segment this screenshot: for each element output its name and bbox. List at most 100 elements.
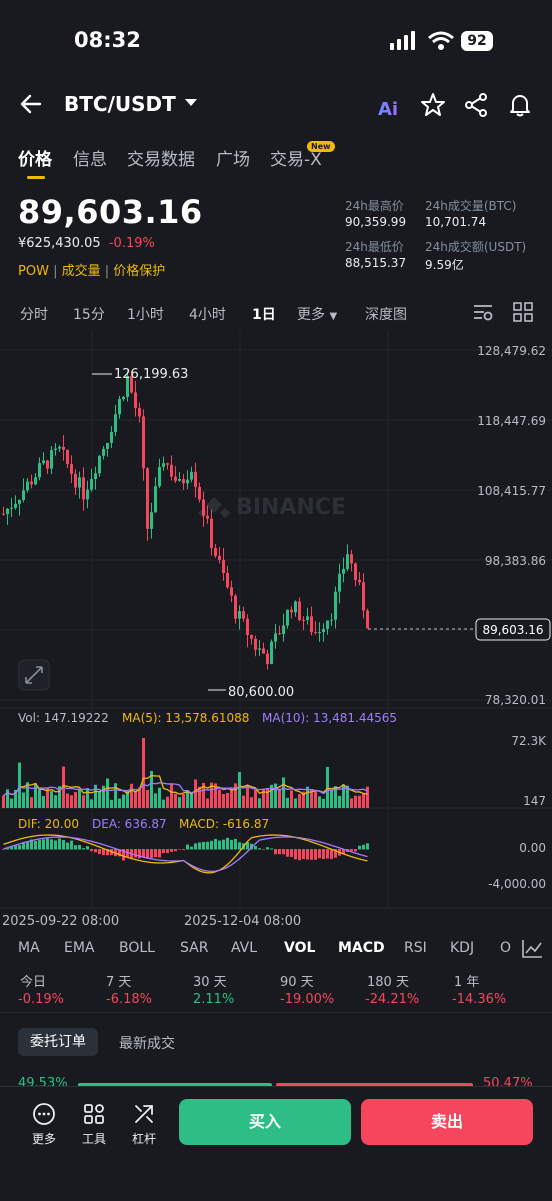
- volume-bar: [278, 788, 281, 808]
- volume-bar: [286, 797, 289, 808]
- macd-bar: [194, 843, 197, 850]
- timeframe-1d[interactable]: 1日: [252, 304, 276, 324]
- indicator-avl[interactable]: AVL: [231, 940, 257, 956]
- tag-price-protection[interactable]: 价格保护: [113, 264, 165, 279]
- volume-bar: [74, 792, 77, 808]
- candle-body: [62, 446, 65, 450]
- indicator-chart-icon[interactable]: [520, 938, 544, 960]
- tab-info[interactable]: 信息: [73, 145, 107, 170]
- timeframe-line[interactable]: 分时: [20, 304, 48, 324]
- candle-body: [210, 518, 213, 549]
- tab-order-book[interactable]: 委托订单: [18, 1028, 98, 1056]
- macd-bar: [310, 849, 313, 860]
- candle-body: [74, 473, 77, 488]
- candle-body: [162, 463, 165, 467]
- candle-body: [314, 632, 317, 634]
- timeframe-depth[interactable]: 深度图: [365, 304, 407, 324]
- volume-bar: [22, 792, 25, 808]
- buy-button[interactable]: 买入: [179, 1099, 351, 1145]
- volume-bar: [290, 790, 293, 808]
- macd-bar: [82, 848, 85, 850]
- timeframe-15m[interactable]: 15分: [73, 304, 105, 324]
- ai-icon[interactable]: Ai: [376, 94, 402, 120]
- indicator-ema[interactable]: EMA: [64, 940, 95, 956]
- candle-body: [234, 595, 237, 619]
- macd-bar: [206, 841, 209, 850]
- chart-settings-icon[interactable]: [472, 302, 494, 322]
- indicator-macd[interactable]: MACD: [338, 940, 385, 956]
- candle-body: [186, 479, 189, 484]
- candle-body: [250, 635, 253, 639]
- vol-tick: 147: [523, 794, 546, 808]
- volume-bar: [274, 783, 277, 808]
- bell-icon[interactable]: [507, 92, 533, 118]
- sell-button[interactable]: 卖出: [361, 1099, 533, 1145]
- candle-body: [118, 399, 121, 415]
- tab-recent-trades[interactable]: 最新成交: [119, 1033, 175, 1053]
- volume-bar: [206, 798, 209, 808]
- back-arrow-icon[interactable]: [18, 92, 44, 116]
- timeframe-more[interactable]: 更多 ▼: [297, 304, 337, 324]
- tab-trade-data[interactable]: 交易数据: [127, 145, 195, 170]
- divider: [0, 1012, 552, 1013]
- volume-bar: [30, 797, 33, 808]
- candle-body: [342, 569, 345, 574]
- volume-bar: [234, 783, 237, 808]
- macd-bar: [26, 841, 29, 850]
- candle-body: [318, 632, 321, 634]
- macd-bar: [278, 849, 281, 855]
- macd-bar: [214, 838, 217, 850]
- indicator-boll[interactable]: BOLL: [119, 940, 155, 956]
- caret-down-icon[interactable]: [184, 98, 198, 108]
- vol-label: Vol: 147.19222: [18, 711, 109, 725]
- volume-bar: [90, 799, 93, 808]
- kline-chart[interactable]: BINANCE 128,479.62 118,447.69 108,415.77…: [0, 330, 552, 930]
- leverage-button[interactable]: 杠杆: [128, 1102, 160, 1147]
- perf-label-180d: 180 天: [367, 975, 409, 990]
- share-icon[interactable]: [463, 92, 489, 118]
- candle-body: [190, 471, 193, 480]
- price-tick: 78,320.01: [485, 693, 546, 707]
- candle-body: [298, 601, 301, 621]
- timeframe-4h[interactable]: 4小时: [189, 304, 226, 324]
- candle-body: [274, 633, 277, 642]
- candle-body: [86, 489, 89, 500]
- pair-title[interactable]: BTC/USDT: [64, 92, 176, 116]
- more-button[interactable]: 更多: [28, 1102, 60, 1147]
- caret-down-icon: ▼: [329, 311, 338, 322]
- macd-bar: [174, 849, 177, 852]
- macd-bar: [182, 849, 185, 850]
- indicator-vol[interactable]: VOL: [284, 940, 315, 956]
- candle-body: [330, 619, 333, 621]
- indicator-ma[interactable]: MA: [18, 940, 40, 956]
- indicator-sar[interactable]: SAR: [180, 940, 208, 956]
- candle-body: [366, 610, 369, 629]
- vol-usdt-value: 9.59亿: [425, 258, 464, 272]
- grid-layout-icon[interactable]: [513, 302, 533, 322]
- indicator-kdj[interactable]: KDJ: [450, 940, 474, 956]
- volume-bar: [250, 797, 253, 808]
- price-tick: 128,479.62: [477, 344, 546, 358]
- candle-body: [322, 628, 325, 633]
- volume-bar: [114, 783, 117, 808]
- tag-pow[interactable]: POW: [18, 264, 49, 279]
- candle-body: [2, 513, 5, 515]
- candle-body: [198, 486, 201, 500]
- macd-bar: [162, 849, 165, 854]
- candle-body: [114, 414, 117, 433]
- macd-tick: -4,000.00: [488, 877, 546, 891]
- fullscreen-icon[interactable]: [18, 659, 50, 691]
- macd-bar: [98, 849, 101, 855]
- indicator-more[interactable]: O: [500, 940, 511, 956]
- indicator-rsi[interactable]: RSI: [404, 940, 427, 956]
- tools-button[interactable]: 工具: [78, 1102, 110, 1147]
- macd-bar: [78, 844, 81, 850]
- tab-square[interactable]: 广场: [216, 145, 250, 170]
- tab-price[interactable]: 价格: [18, 145, 52, 170]
- tag-volume[interactable]: 成交量: [62, 264, 101, 279]
- volume-bar: [50, 791, 53, 808]
- candle-body: [338, 573, 341, 592]
- star-icon[interactable]: [420, 92, 446, 118]
- macd-bar: [178, 849, 181, 850]
- timeframe-1h[interactable]: 1小时: [127, 304, 164, 324]
